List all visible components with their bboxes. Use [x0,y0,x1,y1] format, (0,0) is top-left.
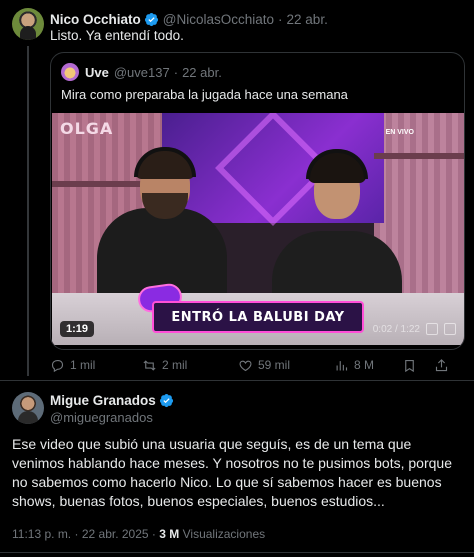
verified-badge-icon [159,393,173,408]
bookmark-button[interactable] [402,358,417,373]
video-duration-badge: 1:19 [60,321,95,337]
video-elapsed-time: 0:02 / 1:22 [372,323,420,335]
author-handle[interactable]: @NicolasOcchiato [163,12,274,27]
video-scene-shelf [374,153,464,159]
fullscreen-icon[interactable] [444,323,456,335]
separator: · [151,527,156,541]
author-name: Uve [85,64,109,80]
video-lower-third: ENTRÓ LA BALUBI DAY [152,301,364,333]
video-player[interactable]: OLGA EN VIVO ENTRÓ LA BALUBI DAY 1:19 0:… [52,113,464,345]
separator: · [278,11,283,27]
video-banner-text: ENTRÓ LA BALUBI DAY [171,309,345,325]
tweet-actions: 1 mil 2 mil 59 mil 8 M [50,356,465,374]
video-live-label: EN VIVO [385,129,414,136]
tweet-nico-occhiato[interactable]: Nico Occhiato @NicolasOcchiato · 22 abr.… [0,0,474,380]
quoted-tweet-text: Mira como preparaba la jugada hace una s… [61,87,348,102]
bookmark-icon [405,359,414,372]
separator: · [74,527,79,541]
quoted-tweet-header: Uve @uve137 · 22 abr. [61,63,222,81]
tweet-time[interactable]: 11:13 p. m. [12,527,71,541]
tweet-divider [0,380,474,381]
like-count: 59 mil [258,358,291,372]
views-button[interactable]: 8 M [334,358,374,373]
video-controls: 0:02 / 1:22 [373,323,456,335]
verified-badge-icon [144,12,158,26]
tweet-text: Ese video que subió una usuaria que segu… [12,436,452,509]
views-label: Visualizaciones [182,527,266,541]
retweet-count: 2 mil [162,358,188,372]
reply-count: 1 mil [70,358,96,372]
avatar [61,63,79,81]
share-button[interactable] [434,358,449,373]
tweet-metadata: 11:13 p. m. · 22 abr. 2025 · 3 M Visuali… [12,527,265,541]
tweet-header: Nico Occhiato @NicolasOcchiato · 22 abr. [50,10,328,28]
tweet-date[interactable]: 22 abr. [287,12,328,27]
tweet-text: Listo. Ya entendí todo. [50,28,184,43]
quoted-tweet[interactable]: Uve @uve137 · 22 abr. Mira como preparab… [50,52,465,350]
author-name[interactable]: Nico Occhiato [50,12,141,27]
views-count: 3 M [159,527,180,541]
author-handle[interactable]: @miguegranados [50,410,153,425]
avatar[interactable] [12,392,44,424]
separator: · [173,64,179,80]
settings-icon[interactable] [426,323,438,335]
tweet-header: Migue Granados [50,393,178,408]
share-icon [435,358,448,371]
reply-icon [51,359,64,372]
reply-button[interactable]: 1 mil [50,358,95,373]
heart-icon [239,360,252,371]
avatar[interactable] [12,8,44,40]
tweet-date: 22 abr. [182,64,222,80]
views-chart-icon [336,360,348,370]
tweet-divider [0,552,474,553]
retweet-icon [143,359,156,371]
video-wall-sign: OLGA [60,119,114,138]
tweet-date[interactable]: 22 abr. 2025 [82,527,149,541]
views-count: 8 M [354,358,375,372]
author-name[interactable]: Migue Granados [50,393,156,408]
retweet-button[interactable]: 2 mil [142,358,187,373]
author-handle: @uve137 [113,64,170,80]
like-button[interactable]: 59 mil [238,358,290,373]
